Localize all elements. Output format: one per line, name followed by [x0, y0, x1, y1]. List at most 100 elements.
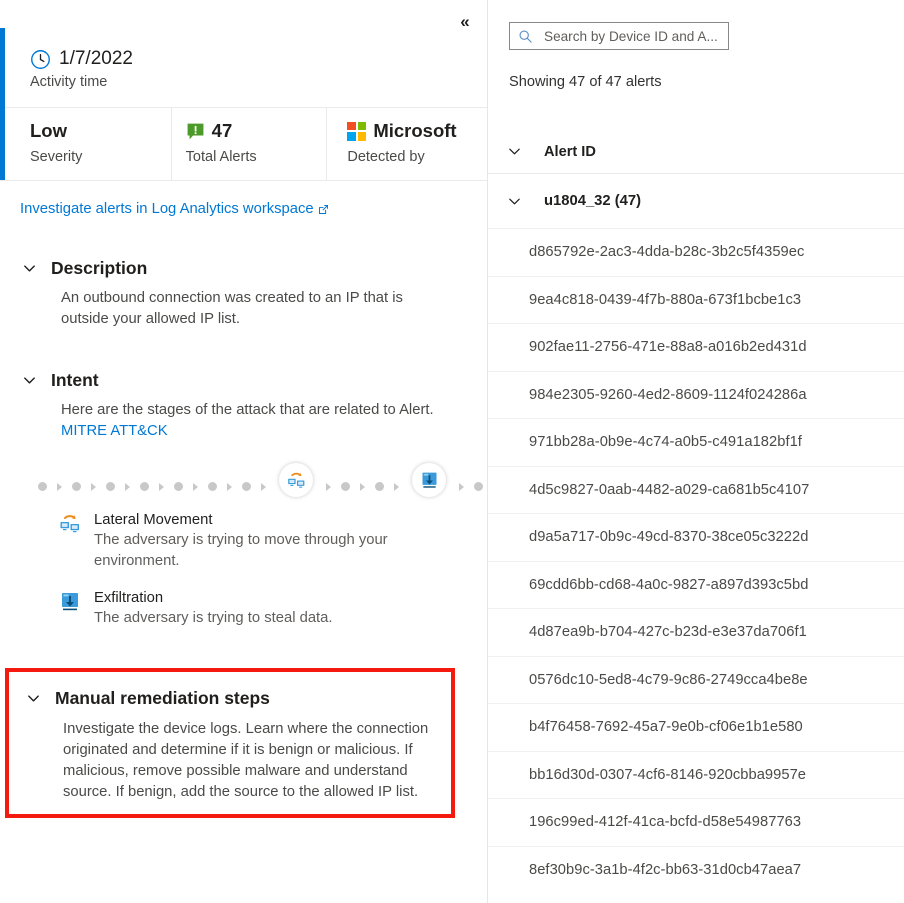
description-title: Description [51, 258, 147, 279]
chevron-down-icon[interactable] [507, 194, 522, 209]
description-section-header[interactable]: Description [22, 258, 462, 279]
alert-details-panel: « 1/7/2022 Activity time [0, 0, 488, 903]
lateral-movement-icon[interactable] [279, 463, 313, 497]
stage-arrow-icon [326, 483, 331, 491]
alert-row[interactable]: 984e2305-9260-4ed2-8609-1124f024286a [488, 371, 904, 419]
stage-arrow-icon [394, 483, 399, 491]
exfiltration-icon [58, 590, 82, 614]
severity-value: Low [30, 118, 171, 144]
total-alerts-value-row: 47 [186, 118, 327, 144]
alert-row[interactable]: 8ef30b9c-3a1b-4f2c-bb63-31d0cb47aea7 [488, 846, 904, 894]
stage-arrow-icon [159, 483, 164, 491]
exfiltration-icon[interactable] [412, 463, 446, 497]
search-input[interactable] [542, 28, 720, 45]
alert-id-value: bb16d30d-0307-4cf6-8146-920cbba9957e [529, 767, 806, 783]
stage-arrow-icon [227, 483, 232, 491]
severity-stat: Low Severity [0, 108, 172, 180]
alert-group-label: u1804_32 (47) [544, 193, 641, 209]
alert-id-value: 8ef30b9c-3a1b-4f2c-bb63-31d0cb47aea7 [529, 862, 801, 878]
search-area [488, 0, 904, 50]
activity-time-value: 1/7/2022 [59, 48, 133, 70]
alert-id-value: 0576dc10-5ed8-4c79-9c86-2749cca4be8e [529, 672, 808, 688]
description-section: Description An outbound connection was c… [22, 258, 462, 330]
alert-id-value: d865792e-2ac3-4dda-b28c-3b2c5f4359ec [529, 244, 804, 260]
showing-count-text: Showing 47 of 47 alerts [488, 50, 904, 90]
alert-stats-row: Low Severity 47 Tota [0, 108, 488, 180]
alerts-list: d865792e-2ac3-4dda-b28c-3b2c5f4359ec 9ea4… [488, 228, 904, 893]
stage-description-item: Exfiltration The adversary is trying to … [58, 588, 458, 629]
alert-row[interactable]: 4d5c9827-0aab-4482-a029-ca681b5c4107 [488, 466, 904, 514]
alert-row[interactable]: d865792e-2ac3-4dda-b28c-3b2c5f4359ec [488, 228, 904, 276]
alert-row[interactable]: 196c99ed-412f-41ca-bcfd-d58e54987763 [488, 798, 904, 846]
severity-label: Severity [30, 149, 171, 165]
severity-accent-bar [0, 28, 5, 180]
clock-icon [30, 49, 51, 70]
intent-body-text: Here are the stages of the attack that a… [61, 402, 434, 418]
alert-row[interactable]: b4f76458-7692-45a7-9e0b-cf06e1b1e580 [488, 703, 904, 751]
alert-id-value: b4f76458-7692-45a7-9e0b-cf06e1b1e580 [529, 719, 803, 735]
stage-arrow-icon [261, 483, 266, 491]
stage-dot [242, 482, 251, 491]
activity-time-value-row: 1/7/2022 [30, 48, 488, 70]
chevron-down-icon [22, 373, 37, 388]
total-alerts-value: 47 [212, 120, 233, 142]
stage-arrow-icon [193, 483, 198, 491]
alert-row[interactable]: 971bb28a-0b9e-4c74-a0b5-c491a182bf1f [488, 418, 904, 466]
alerts-list-header[interactable]: Alert ID [488, 130, 904, 174]
manual-remediation-section: Manual remediation steps Investigate the… [9, 672, 451, 803]
alert-row[interactable]: d9a5a717-0b9c-49cd-8370-38ce05c3222d [488, 513, 904, 561]
alert-id-value: 4d87ea9b-b704-427c-b23d-e3e37da706f1 [529, 624, 807, 640]
detected-by-value: Microsoft [373, 120, 456, 142]
alert-row[interactable]: 4d87ea9b-b704-427c-b23d-e3e37da706f1 [488, 608, 904, 656]
alert-group-row[interactable]: u1804_32 (47) [488, 174, 904, 228]
chevron-down-icon[interactable] [507, 144, 522, 159]
stage-arrow-icon [91, 483, 96, 491]
stage-description-item: Lateral Movement The adversary is trying… [58, 510, 458, 572]
stage-arrow-icon [360, 483, 365, 491]
microsoft-logo-icon [347, 122, 366, 141]
alert-row[interactable]: 0576dc10-5ed8-4c79-9c86-2749cca4be8e [488, 656, 904, 704]
alert-details-page: « 1/7/2022 Activity time [0, 0, 904, 903]
lateral-movement-icon [58, 512, 82, 536]
stage-name: Lateral Movement [94, 510, 434, 530]
stage-arrow-icon [125, 483, 130, 491]
stage-description: The adversary is trying to move through … [94, 530, 434, 572]
alert-row[interactable]: bb16d30d-0307-4cf6-8146-920cbba9957e [488, 751, 904, 799]
alert-row[interactable]: 902fae11-2756-471e-88a8-a016b2ed431d [488, 323, 904, 371]
stage-arrow-icon [57, 483, 62, 491]
alert-row[interactable]: 69cdd6bb-cd68-4a0c-9827-a897d393c5bd [488, 561, 904, 609]
chevron-down-icon [26, 691, 41, 706]
total-alerts-stat: 47 Total Alerts [172, 108, 328, 180]
stage-dot [341, 482, 350, 491]
attack-stages-track [38, 476, 466, 497]
activity-time-label: Activity time [30, 74, 488, 90]
manual-remediation-title: Manual remediation steps [55, 688, 270, 709]
stage-arrow-icon [459, 483, 464, 491]
stage-text-block: Exfiltration The adversary is trying to … [94, 588, 333, 629]
stage-dot [72, 482, 81, 491]
intent-section: Intent Here are the stages of the attack… [22, 370, 462, 442]
intent-section-header[interactable]: Intent [22, 370, 462, 391]
stage-dot [375, 482, 384, 491]
description-body: An outbound connection was created to an… [61, 288, 443, 330]
stage-dot [208, 482, 217, 491]
stage-dot [474, 482, 483, 491]
stage-dot [174, 482, 183, 491]
detected-by-value-row: Microsoft [347, 118, 488, 144]
alert-row[interactable]: 9ea4c818-0439-4f7b-880a-673f1bcbe1c3 [488, 276, 904, 324]
investigate-link-row: Investigate alerts in Log Analytics work… [20, 200, 330, 218]
intent-body: Here are the stages of the attack that a… [61, 400, 443, 442]
alert-bubble-icon [186, 122, 205, 141]
stage-description: The adversary is trying to steal data. [94, 608, 333, 629]
alert-id-value: 902fae11-2756-471e-88a8-a016b2ed431d [529, 339, 807, 355]
chevron-down-icon [22, 261, 37, 276]
investigate-alerts-link[interactable]: Investigate alerts in Log Analytics work… [20, 201, 330, 217]
attack-stages-timeline [38, 462, 466, 502]
mitre-attack-link[interactable]: MITRE ATT&CK [61, 423, 168, 439]
alert-id-value: 196c99ed-412f-41ca-bcfd-d58e54987763 [529, 814, 801, 830]
search-icon [518, 29, 533, 44]
search-box[interactable] [509, 22, 729, 50]
manual-remediation-header[interactable]: Manual remediation steps [26, 688, 437, 709]
total-alerts-label: Total Alerts [186, 149, 327, 165]
stage-dot [38, 482, 47, 491]
